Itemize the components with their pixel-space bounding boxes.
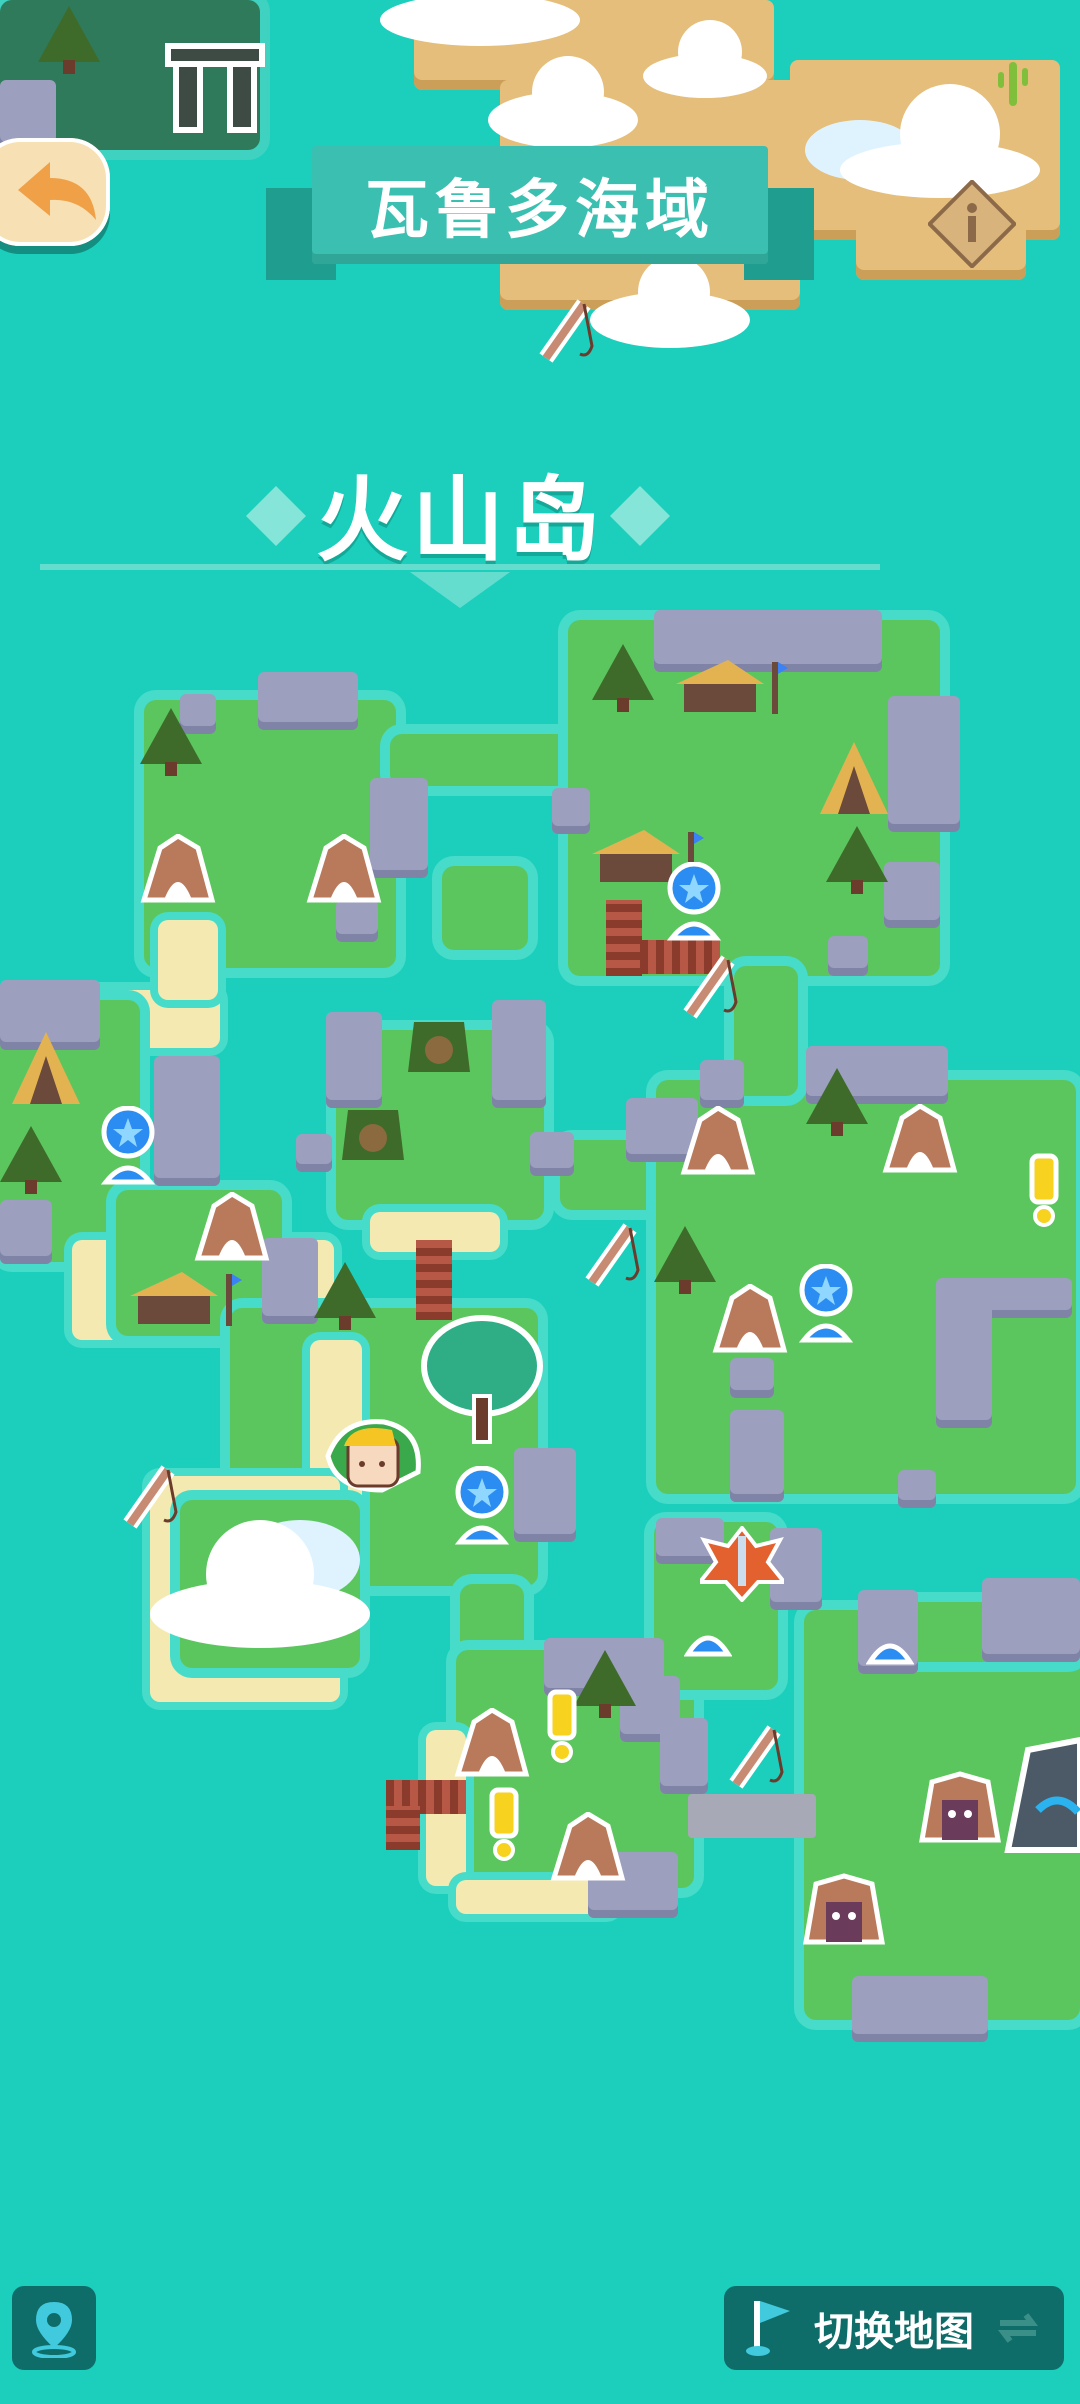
rock — [828, 936, 868, 976]
rock — [262, 1238, 318, 1324]
pine-tree-icon — [806, 1068, 868, 1138]
info-button[interactable] — [926, 178, 1018, 272]
cave-icon[interactable] — [680, 1105, 756, 1180]
rock — [700, 1060, 744, 1108]
alert-icon[interactable] — [1022, 1152, 1066, 1232]
rock — [852, 1976, 988, 2042]
rock — [0, 1200, 52, 1264]
rock — [730, 1410, 784, 1502]
shrine-icon[interactable] — [404, 1012, 474, 1080]
pine-tree-icon — [314, 1262, 376, 1332]
rock — [982, 1578, 1080, 1662]
trainer-badge-icon[interactable] — [100, 1105, 156, 1190]
cave-icon[interactable] — [306, 833, 382, 908]
cloud — [380, 0, 580, 54]
trainer-badge-icon[interactable] — [454, 1465, 510, 1550]
pine-tree-icon — [38, 6, 100, 76]
title-pointer — [410, 572, 510, 616]
locate-button[interactable] — [12, 2286, 96, 2370]
rock — [660, 1718, 708, 1794]
back-arrow-icon — [18, 162, 96, 220]
trainer-dome-icon[interactable] — [865, 1632, 915, 1670]
fishing-spot-icon[interactable] — [538, 296, 604, 370]
sword-emblem-icon[interactable] — [695, 1524, 789, 1606]
cave-icon[interactable] — [140, 833, 216, 908]
rock — [730, 1358, 774, 1398]
hut-icon[interactable] — [672, 654, 788, 722]
wooden-pier — [606, 900, 642, 976]
cave-icon[interactable] — [550, 1811, 626, 1886]
pine-tree-icon — [140, 708, 202, 778]
cloud — [150, 1510, 380, 1654]
switch-map-button[interactable]: 切换地图 — [724, 2286, 1064, 2370]
boss-cave-icon[interactable] — [918, 1770, 1002, 1848]
fishing-spot-icon[interactable] — [682, 952, 748, 1026]
volcano-gate-icon[interactable] — [998, 1720, 1080, 1864]
trainer-dome-icon[interactable] — [683, 1624, 733, 1662]
pine-tree-icon — [0, 1126, 62, 1196]
player-avatar[interactable] — [322, 1416, 424, 1500]
title-underline — [40, 564, 880, 570]
boss-cave-icon[interactable] — [802, 1872, 886, 1950]
big-tree-icon[interactable] — [418, 1312, 546, 1452]
island-title: 火山岛 — [315, 466, 604, 574]
stone-bridge — [688, 1794, 816, 1838]
cloud — [590, 250, 750, 354]
hut-icon[interactable] — [126, 1266, 242, 1334]
alert-icon[interactable] — [540, 1688, 584, 1768]
title-ornament-left — [246, 486, 306, 550]
rock — [898, 1470, 936, 1508]
back-button[interactable] — [0, 138, 110, 246]
rock — [514, 1448, 576, 1542]
swap-arrows-icon — [998, 2313, 1038, 2343]
tent-icon[interactable] — [10, 1030, 82, 1116]
flag-icon — [746, 2301, 790, 2356]
title-ornament-right — [610, 486, 670, 550]
map-pin-icon — [32, 2302, 76, 2358]
cloud — [488, 50, 638, 154]
rock — [552, 788, 590, 834]
wooden-pier — [386, 1806, 420, 1850]
rock — [492, 1000, 546, 1108]
trainer-badge-icon[interactable] — [798, 1263, 854, 1348]
rock — [154, 1056, 220, 1186]
cave-icon[interactable] — [454, 1707, 530, 1782]
wooden-pier — [416, 1240, 452, 1320]
rock — [296, 1134, 332, 1172]
region-title: 瓦鲁多海域 — [312, 146, 768, 264]
tent-icon[interactable] — [818, 740, 890, 826]
rock — [258, 672, 358, 730]
ruin-gate-icon — [160, 30, 270, 144]
land-islet — [442, 866, 528, 950]
sand — [158, 920, 218, 1000]
fishing-spot-icon[interactable] — [584, 1220, 650, 1294]
trainer-badge-icon[interactable] — [666, 861, 722, 946]
rock — [530, 1132, 574, 1176]
alert-icon[interactable] — [482, 1786, 526, 1866]
rock — [888, 696, 960, 832]
pine-tree-icon — [826, 826, 888, 896]
shrine-icon[interactable] — [338, 1100, 408, 1168]
rock — [936, 1280, 992, 1428]
fishing-spot-icon[interactable] — [728, 1722, 794, 1796]
cave-icon[interactable] — [882, 1103, 958, 1178]
rock — [884, 862, 940, 928]
cloud — [640, 10, 770, 104]
cave-icon[interactable] — [194, 1191, 270, 1266]
pine-tree-icon — [654, 1226, 716, 1296]
rock — [326, 1012, 382, 1108]
pine-tree-icon — [592, 644, 654, 714]
switch-map-label: 切换地图 — [814, 2309, 974, 2355]
cave-icon[interactable] — [712, 1283, 788, 1358]
